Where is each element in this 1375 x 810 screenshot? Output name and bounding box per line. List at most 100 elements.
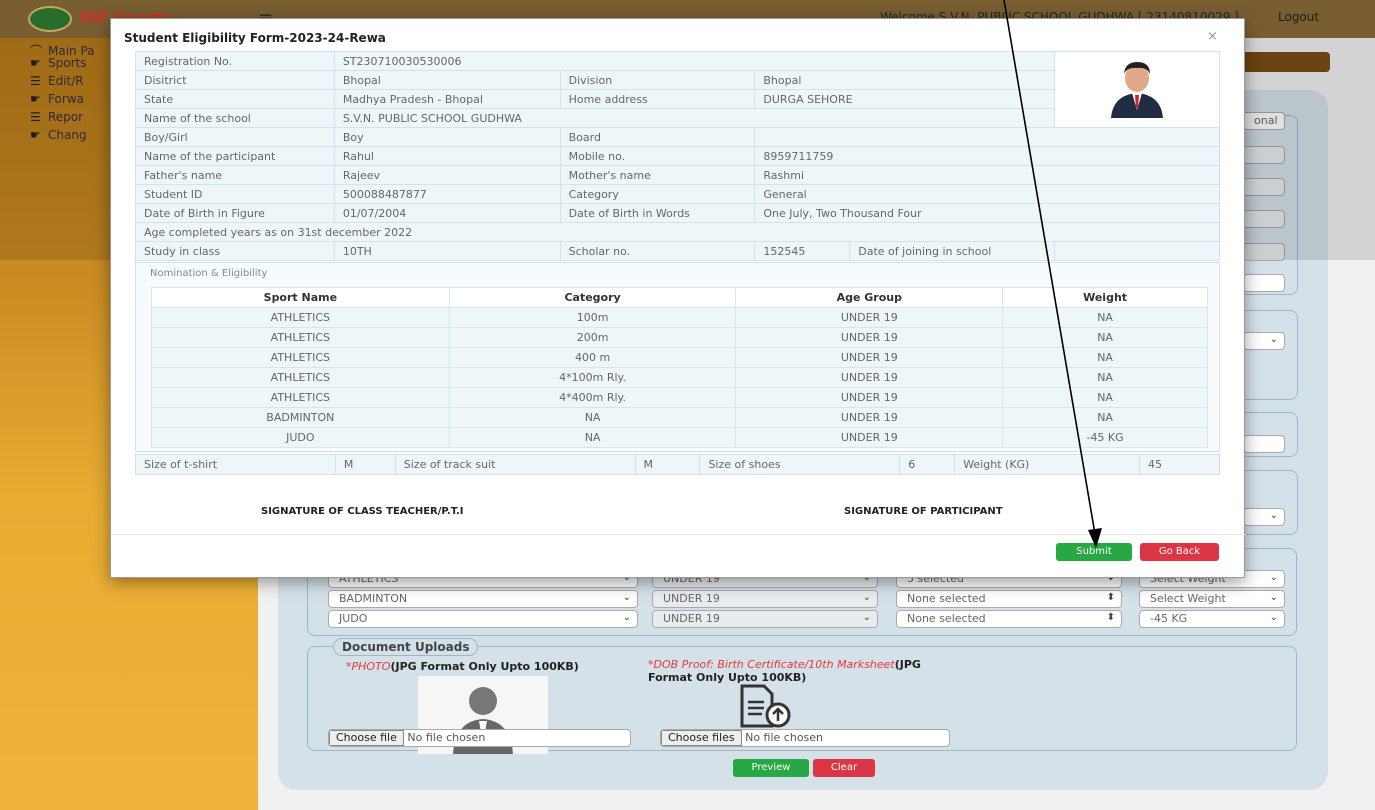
- district-label: Disitrict: [135, 70, 335, 90]
- student-photo: [1054, 51, 1220, 128]
- list-icon: ☰: [30, 110, 41, 124]
- optional-field[interactable]: onal: [1243, 112, 1285, 130]
- age-completed-label: Age completed years as on 31st december …: [135, 222, 1220, 242]
- list-icon: ☰: [30, 74, 41, 88]
- input-field[interactable]: [1243, 178, 1285, 196]
- gender-label: Boy/Girl: [135, 127, 335, 147]
- hand-point-icon: ☛: [30, 128, 41, 142]
- select-field[interactable]: ⌄: [1243, 508, 1285, 526]
- father-value: Rajeev: [333, 165, 561, 185]
- table-header: Age Group: [735, 287, 1004, 308]
- category-multiselect[interactable]: None selected ⬍: [896, 590, 1122, 608]
- dob-words-value: One July, Two Thousand Four: [754, 203, 1220, 223]
- sidebar-item-report[interactable]: ☰ Repor: [30, 110, 83, 124]
- sidebar-item-edit[interactable]: ☰ Edit/R: [30, 74, 84, 88]
- table-row: ATHLETICS 4*400m Rly. UNDER 19 NA: [151, 387, 1208, 408]
- table-row: ATHLETICS 4*100m Rly. UNDER 19 NA: [151, 367, 1208, 388]
- eligibility-modal: Student Eligibility Form-2023-24-Rewa × …: [110, 18, 1246, 578]
- chevron-down-icon: ⌄: [1269, 334, 1278, 345]
- category-multiselect[interactable]: None selected ⬍: [896, 610, 1122, 628]
- shoes-value: 6: [899, 454, 956, 475]
- sidebar-item-label: Sports: [48, 56, 87, 70]
- dob-proof-label: *DOB Proof: Birth Certificate/10th Marks…: [648, 658, 921, 684]
- sidebar-item-forward[interactable]: ☛ Forwa: [30, 92, 84, 106]
- table-row: JUDO NA UNDER 19 -45 KG: [151, 427, 1208, 448]
- logout-link[interactable]: Logout: [1278, 10, 1319, 24]
- participant-value: Rahul: [333, 146, 561, 166]
- sidebar-item-label: Forwa: [48, 92, 84, 106]
- input-field[interactable]: [1243, 146, 1285, 164]
- state-value: Madhya Pradesh - Bhopal: [333, 89, 561, 109]
- age-group-select[interactable]: UNDER 19⌄: [652, 610, 878, 628]
- chevron-down-icon: ⌄: [1269, 612, 1278, 623]
- input-field[interactable]: [1243, 243, 1285, 261]
- tshirt-value: M: [334, 454, 396, 475]
- joining-label: Date of joining in school: [849, 241, 1056, 261]
- preview-button[interactable]: Preview: [733, 759, 809, 777]
- sidebar-item-change[interactable]: ☛ Chang: [30, 128, 87, 142]
- participant-signature-label: SIGNATURE OF PARTICIPANT: [844, 506, 1003, 517]
- clear-button[interactable]: Clear: [813, 759, 875, 777]
- chevron-down-icon: ⌄: [862, 592, 871, 603]
- choose-files-button[interactable]: Choose files: [661, 730, 742, 746]
- home-address-value: DURGA SEHORE: [754, 89, 1056, 109]
- student-avatar-icon: [1111, 62, 1164, 118]
- close-icon[interactable]: ×: [1207, 29, 1218, 44]
- file-status: No file chosen: [745, 731, 824, 744]
- dob-file-input[interactable]: Choose files No file chosen: [660, 729, 950, 747]
- table-row: ATHLETICS 200m UNDER 19 NA: [151, 327, 1208, 348]
- logo: [28, 6, 72, 32]
- category-value: General: [754, 184, 1220, 204]
- sizes-table: Size of t-shirt M Size of track suit M S…: [135, 454, 1220, 475]
- document-uploads-legend: Document Uploads: [333, 638, 479, 656]
- student-info-table: Registration No. ST230710030530006 Disit…: [135, 51, 1220, 261]
- tracksuit-label: Size of track suit: [394, 454, 636, 475]
- modal-title: Student Eligibility Form-2023-24-Rewa: [124, 31, 386, 45]
- choose-file-button[interactable]: Choose file: [329, 730, 404, 746]
- photo-file-input[interactable]: Choose file No file chosen: [328, 729, 631, 747]
- table-header: Weight: [1002, 287, 1208, 308]
- age-group-select[interactable]: UNDER 19⌄: [652, 590, 878, 608]
- weight-select[interactable]: -45 KG ⌄: [1139, 610, 1285, 628]
- input-field[interactable]: [1243, 210, 1285, 228]
- class-value: 10TH: [333, 241, 561, 261]
- nomination-panel: Nomination & Eligibility Sport Name Cate…: [135, 262, 1220, 452]
- table-row: ATHLETICS 100m UNDER 19 NA: [151, 307, 1208, 328]
- district-value: Bhopal: [333, 70, 561, 90]
- table-row: ATHLETICS 400 m UNDER 19 NA: [151, 347, 1208, 368]
- select-field[interactable]: ⌄: [1243, 332, 1285, 350]
- sport-select[interactable]: JUDO ⌄: [328, 610, 638, 628]
- chevron-down-icon: ⌄: [622, 612, 631, 623]
- dob-figure-value: 01/07/2004: [333, 203, 561, 223]
- table-header: Category: [448, 287, 737, 308]
- nomination-table: Sport Name Category Age Group Weight ATH…: [151, 287, 1208, 448]
- input-field[interactable]: [1243, 435, 1285, 453]
- table-row: BADMINTON NA UNDER 19 NA: [151, 407, 1208, 428]
- input-field[interactable]: [1243, 274, 1285, 292]
- fieldset-section: [1240, 310, 1298, 400]
- divider: [111, 534, 1246, 535]
- scholar-value: 152545: [754, 241, 851, 261]
- document-upload-icon: [740, 684, 791, 728]
- sort-icon: ⬍: [1106, 592, 1115, 603]
- chevron-down-icon: ⌄: [862, 612, 871, 623]
- mother-value: Rashmi: [754, 165, 1220, 185]
- sidebar-item-sports[interactable]: ☛ Sports: [30, 56, 86, 70]
- weight-select[interactable]: Select Weight ⌄: [1139, 590, 1285, 608]
- file-status: No file chosen: [407, 731, 486, 744]
- go-back-button[interactable]: Go Back: [1140, 543, 1219, 561]
- nomination-title: Nomination & Eligibility: [150, 268, 268, 279]
- sport-select[interactable]: BADMINTON ⌄: [328, 590, 638, 608]
- sidebar-item-label: Repor: [48, 110, 84, 124]
- hand-point-icon: ☛: [30, 92, 41, 106]
- home-address-label: Home address: [559, 89, 756, 109]
- participant-label: Name of the participant: [135, 146, 335, 166]
- teacher-signature-label: SIGNATURE OF CLASS TEACHER/P.T.I: [261, 506, 464, 517]
- submit-button[interactable]: Submit: [1056, 543, 1132, 561]
- sort-icon: ⬍: [1106, 612, 1115, 623]
- class-label: Study in class: [135, 241, 335, 261]
- tshirt-label: Size of t-shirt: [135, 454, 336, 475]
- registration-label: Registration No.: [135, 51, 335, 71]
- dob-words-label: Date of Birth in Words: [559, 203, 756, 223]
- category-label: Category: [559, 184, 756, 204]
